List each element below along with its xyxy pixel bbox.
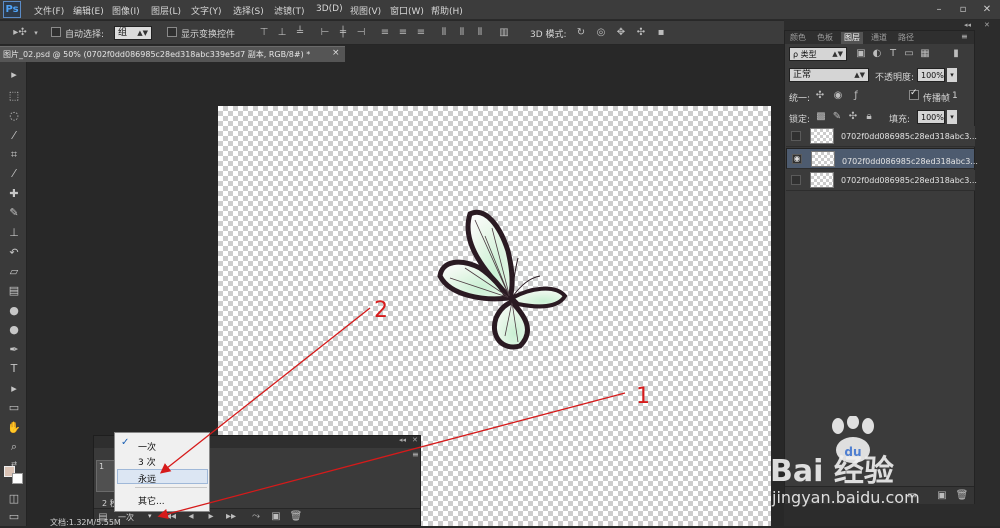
annotation-label-2: 2 bbox=[374, 298, 388, 323]
watermark-brand: Bai 经验 bbox=[770, 454, 894, 489]
watermark-url: jingyan.baidu.com bbox=[772, 488, 920, 507]
annotation-label-1: 1 bbox=[636, 384, 650, 409]
baidu-watermark: du Bai 经验 jingyan.baidu.com bbox=[768, 410, 1000, 526]
